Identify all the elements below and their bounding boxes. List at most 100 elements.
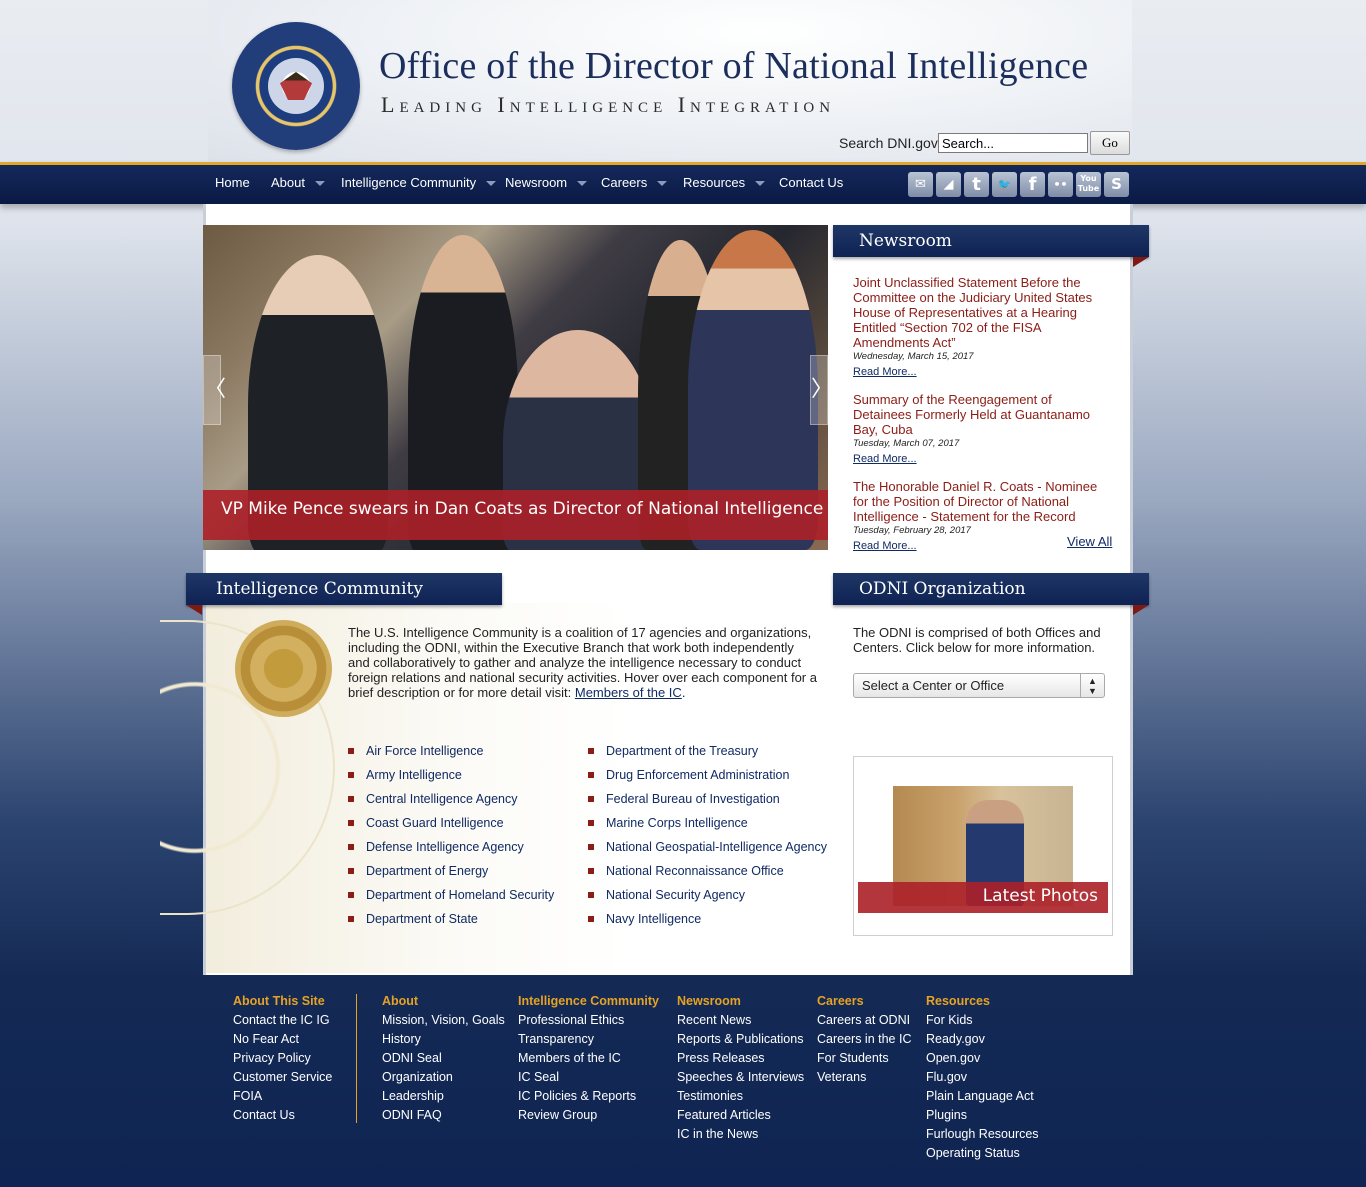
footer-link[interactable]: Speeches & Interviews [677,1070,804,1089]
footer-link[interactable]: Organization [382,1070,505,1089]
footer-heading[interactable]: About [382,994,505,1013]
ic-members-list-right: Department of the Treasury Drug Enforcem… [588,744,827,936]
ic-member-link[interactable]: Department of the Treasury [588,744,827,768]
footer-link[interactable]: Veterans [817,1070,911,1089]
ic-member-link[interactable]: National Geospatial-Intelligence Agency [588,840,827,864]
footer-link[interactable]: Testimonies [677,1089,804,1108]
footer-link[interactable]: Plugins [926,1108,1039,1127]
ic-member-link[interactable]: Army Intelligence [348,768,554,792]
news-title-link[interactable]: The Honorable Daniel R. Coats - Nominee … [853,479,1113,524]
ic-member-link[interactable]: Central Intelligence Agency [348,792,554,816]
ic-member-link[interactable]: Department of Homeland Security [348,888,554,912]
news-date: Wednesday, March 15, 2017 [853,351,974,362]
footer-link[interactable]: Privacy Policy [233,1051,332,1070]
youtube-icon[interactable]: You Tube [1076,172,1101,197]
rss-icon[interactable]: ◢ [936,172,961,197]
footer-link[interactable]: Professional Ethics [518,1013,659,1032]
nav-newsroom-label: Newsroom [505,175,568,190]
footer-link[interactable]: Open.gov [926,1051,1039,1070]
search-input[interactable] [938,133,1088,153]
storify-icon[interactable]: S [1104,172,1129,197]
odni-seal-logo[interactable] [232,22,360,150]
footer-link[interactable]: Careers at ODNI [817,1013,911,1032]
ic-member-link[interactable]: Department of State [348,912,554,936]
footer-heading[interactable]: Resources [926,994,1039,1013]
nav-intelligence-community[interactable]: Intelligence Community [341,175,497,190]
site-title[interactable]: Office of the Director of National Intel… [379,44,1088,88]
footer-link[interactable]: IC Seal [518,1070,659,1089]
footer-column-about-site: About This Site Contact the IC IG No Fea… [233,994,332,1127]
center-office-select[interactable]: Select a Center or Office ▲ ▼ [853,673,1105,698]
news-item: Joint Unclassified Statement Before the … [853,275,1113,380]
ic-member-link[interactable]: Coast Guard Intelligence [348,816,554,840]
members-of-ic-link[interactable]: Members of the IC [575,685,682,700]
footer-link[interactable]: History [382,1032,505,1051]
footer-link[interactable]: No Fear Act [233,1032,332,1051]
ic-member-link[interactable]: Department of Energy [348,864,554,888]
slider-next-button[interactable]: 〉 [810,355,833,425]
nav-home[interactable]: Home [215,175,250,190]
footer-link[interactable]: Furlough Resources [926,1127,1039,1146]
nav-about[interactable]: About [271,175,325,190]
footer-link[interactable]: Mission, Vision, Goals [382,1013,505,1032]
tumblr-icon[interactable]: t [964,172,989,197]
footer-link[interactable]: ODNI Seal [382,1051,505,1070]
twitter-icon[interactable]: 🐦 [992,172,1017,197]
ic-member-link[interactable]: National Reconnaissance Office [588,864,827,888]
read-more-link[interactable]: Read More... [853,366,917,378]
footer-link[interactable]: Customer Service [233,1070,332,1089]
flickr-icon[interactable]: •• [1048,172,1073,197]
footer-link[interactable]: IC Policies & Reports [518,1089,659,1108]
footer-link[interactable]: Recent News [677,1013,804,1032]
footer-link[interactable]: Contact Us [233,1108,332,1127]
footer-link[interactable]: Ready.gov [926,1032,1039,1051]
footer-link[interactable]: Press Releases [677,1051,804,1070]
select-value: Select a Center or Office [862,678,1005,693]
ic-member-link[interactable]: National Security Agency [588,888,827,912]
footer-heading[interactable]: About This Site [233,994,332,1013]
footer-heading[interactable]: Careers [817,994,911,1013]
slider-prev-button[interactable]: 〈 [203,355,226,425]
news-title-link[interactable]: Summary of the Reengagement of Detainees… [853,392,1113,437]
email-icon[interactable]: ✉ [908,172,933,197]
nav-careers-label: Careers [601,175,648,190]
ic-member-link[interactable]: Navy Intelligence [588,912,827,936]
latest-photos-caption[interactable]: Latest Photos [858,882,1108,913]
footer-link[interactable]: ODNI FAQ [382,1108,505,1127]
nav-contact-us[interactable]: Contact Us [779,175,843,190]
footer-link[interactable]: Reports & Publications [677,1032,804,1051]
footer-heading[interactable]: Intelligence Community [518,994,659,1013]
footer-link[interactable]: For Kids [926,1013,1039,1032]
footer-link[interactable]: FOIA [233,1089,332,1108]
chevron-down-icon [755,181,766,187]
footer-link[interactable]: Featured Articles [677,1108,804,1127]
ic-member-link[interactable]: Air Force Intelligence [348,744,554,768]
footer-link[interactable]: IC in the News [677,1127,804,1146]
ic-member-link[interactable]: Defense Intelligence Agency [348,840,554,864]
footer-link[interactable]: Members of the IC [518,1051,659,1070]
footer-link[interactable]: Careers in the IC [817,1032,911,1051]
read-more-link[interactable]: Read More... [853,453,917,465]
footer-link[interactable]: Plain Language Act [926,1089,1039,1108]
footer-link[interactable]: For Students [817,1051,911,1070]
ic-member-link[interactable]: Marine Corps Intelligence [588,816,827,840]
footer-link[interactable]: Flu.gov [926,1070,1039,1089]
ic-member-link[interactable]: Federal Bureau of Investigation [588,792,827,816]
footer-link[interactable]: Contact the IC IG [233,1013,332,1032]
footer-link[interactable]: Leadership [382,1089,505,1108]
chevron-down-icon [314,181,325,187]
nav-newsroom[interactable]: Newsroom [505,175,588,190]
footer-link[interactable]: Review Group [518,1108,659,1127]
search-go-button[interactable]: Go [1090,131,1130,155]
nav-resources[interactable]: Resources [683,175,766,190]
nav-careers[interactable]: Careers [601,175,668,190]
facebook-icon[interactable]: f [1020,172,1045,197]
footer-link[interactable]: Operating Status [926,1146,1039,1165]
read-more-link[interactable]: Read More... [853,540,917,552]
footer-heading[interactable]: Newsroom [677,994,804,1013]
ic-member-link[interactable]: Drug Enforcement Administration [588,768,827,792]
footer-link[interactable]: Transparency [518,1032,659,1051]
news-title-link[interactable]: Joint Unclassified Statement Before the … [853,275,1113,350]
view-all-link[interactable]: View All [1067,534,1112,549]
slider-caption[interactable]: VP Mike Pence swears in Dan Coats as Dir… [203,490,828,540]
